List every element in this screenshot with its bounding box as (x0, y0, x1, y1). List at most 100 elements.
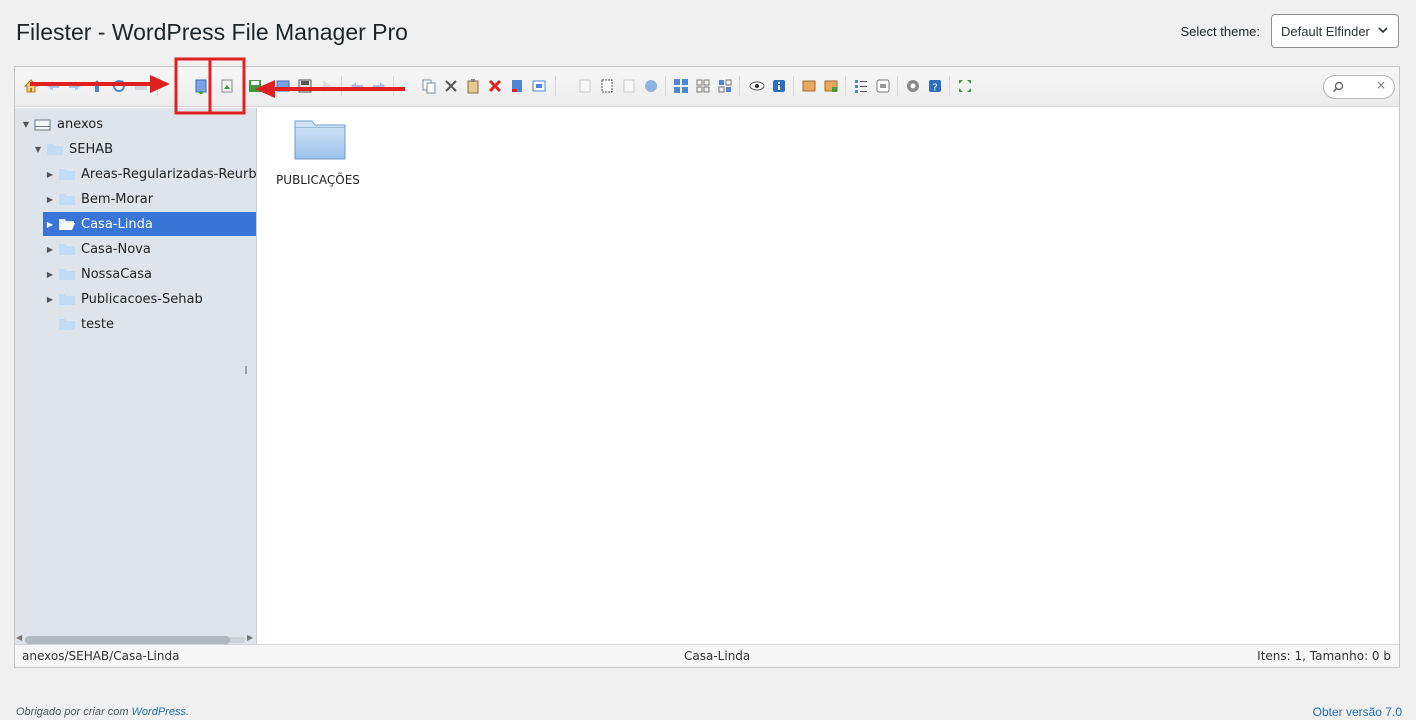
info-icon[interactable] (771, 78, 787, 94)
tree-item-label: Casa-Linda (81, 216, 153, 232)
chevron-right-icon[interactable]: ▶ (45, 270, 55, 279)
wordpress-link[interactable]: WordPress (132, 706, 186, 718)
folder-icon (59, 193, 75, 205)
home-icon[interactable] (23, 78, 39, 94)
extract-icon[interactable] (801, 78, 817, 94)
reload-icon[interactable] (111, 78, 127, 94)
toolbar-separator (793, 76, 794, 96)
file-list: PUBLICAÇÕES (258, 108, 1399, 644)
chevron-right-icon[interactable]: ▶ (45, 220, 55, 229)
rename-icon[interactable] (531, 78, 547, 94)
duplicate-icon[interactable] (577, 78, 593, 94)
tree-item-casa-nova[interactable]: ▶ Casa-Nova (45, 237, 256, 261)
file-item[interactable]: PUBLICAÇÕES (272, 118, 364, 187)
chevron-down-icon[interactable]: ▼ (33, 145, 43, 154)
upload-icon[interactable] (219, 78, 235, 94)
folder-icon (59, 268, 75, 280)
scroll-left-icon[interactable]: ◀ (16, 633, 22, 642)
undo-icon[interactable] (349, 78, 365, 94)
page-title: Filester - WordPress File Manager Pro (16, 19, 408, 45)
view-list-icon[interactable] (853, 78, 869, 94)
toolbar-separator (845, 76, 846, 96)
toolbar-separator (665, 76, 666, 96)
chevron-right-icon[interactable]: ▶ (45, 170, 55, 179)
horizontal-scrollbar[interactable]: ◀ ▶ (15, 633, 256, 644)
resize-icon[interactable] (643, 78, 659, 94)
toolbar-separator (341, 76, 342, 96)
edit-icon[interactable] (621, 78, 637, 94)
chevron-down-icon (1378, 27, 1388, 34)
folder-icon (59, 168, 75, 180)
toolbar-separator (393, 76, 394, 96)
scroll-right-icon[interactable]: ▶ (247, 633, 253, 642)
archive-save-icon[interactable] (297, 78, 313, 94)
view-grid-icon[interactable] (717, 78, 733, 94)
tree-item-label: Areas-Regularizadas-Reurb (81, 166, 257, 182)
tree-item-areas-regularizadas[interactable]: ▶ Areas-Regularizadas-Reurb (45, 162, 257, 186)
clear-search-icon[interactable]: × (1376, 78, 1386, 92)
play-icon[interactable] (319, 78, 335, 94)
folder-icon (59, 318, 75, 330)
chevron-down-icon[interactable]: ▼ (21, 120, 31, 129)
tree-item-label: SEHAB (69, 141, 114, 157)
tree-item-anexos[interactable]: ▼ anexos (21, 112, 256, 136)
tree-item-label: teste (81, 316, 114, 332)
redo-icon[interactable] (371, 78, 387, 94)
folder-icon (59, 243, 75, 255)
tree-item-sehab[interactable]: ▼ SEHAB (33, 137, 256, 161)
theme-select-value: Default Elfinder (1281, 23, 1370, 39)
preview-icon[interactable] (749, 78, 765, 94)
folder-open-icon (59, 218, 75, 230)
delete-icon[interactable] (487, 78, 503, 94)
tree-item-bem-morar[interactable]: ▶ Bem-Morar (45, 187, 256, 211)
toolbar-separator (157, 76, 158, 96)
status-selected: Casa-Linda (684, 649, 751, 663)
toolbar-separator (897, 76, 898, 96)
tree-item-nossacasa[interactable]: ▶ NossaCasa (45, 262, 256, 286)
forward-icon[interactable] (67, 78, 83, 94)
tree-item-label: Publicacoes-Sehab (81, 291, 203, 307)
tree-item-label: NossaCasa (81, 266, 152, 282)
view-icons-icon[interactable] (673, 78, 689, 94)
fullscreen-icon[interactable] (957, 78, 973, 94)
up-icon[interactable] (89, 78, 105, 94)
toolbar: ? × (15, 67, 1399, 107)
folder-tree: ▼ anexos ▼ SEHAB ▶ Areas-Regularizadas-R… (15, 108, 257, 644)
cut-icon[interactable] (443, 78, 459, 94)
view-small-icon[interactable] (695, 78, 711, 94)
save-icon[interactable] (247, 78, 263, 94)
theme-select[interactable]: Default Elfinder (1271, 14, 1399, 48)
copy-icon[interactable] (421, 78, 437, 94)
sort-icon[interactable] (875, 78, 891, 94)
search-input[interactable]: × (1323, 75, 1395, 99)
scrollbar-thumb[interactable] (25, 636, 230, 644)
chevron-right-icon[interactable]: ▶ (45, 195, 55, 204)
tree-item-publicacoes-sehab[interactable]: ▶ Publicacoes-Sehab (45, 287, 256, 311)
paste-icon[interactable] (465, 78, 481, 94)
resize-handle[interactable] (245, 366, 247, 374)
tree-item-label: anexos (57, 116, 103, 132)
open-icon[interactable] (275, 78, 291, 94)
download-icon[interactable] (193, 78, 209, 94)
back-icon[interactable] (45, 78, 61, 94)
settings-icon[interactable] (905, 78, 921, 94)
empty-icon[interactable] (509, 78, 525, 94)
toolbar-separator (739, 76, 740, 96)
version-link[interactable]: Obter versão 7.0 (1313, 705, 1402, 719)
help-icon[interactable]: ? (927, 78, 943, 94)
tree-item-casa-linda[interactable]: ▶ Casa-Linda (43, 212, 256, 236)
chevron-right-icon[interactable]: ▶ (45, 245, 55, 254)
toolbar-separator (949, 76, 950, 96)
chevron-right-icon[interactable]: ▶ (45, 295, 55, 304)
status-size: Itens: 1, Tamanho: 0 b (1257, 649, 1391, 663)
archive-icon[interactable] (823, 78, 839, 94)
folder-icon (59, 293, 75, 305)
tree-item-teste[interactable]: teste (45, 312, 256, 336)
select-all-icon[interactable] (599, 78, 615, 94)
file-manager: ? × ▼ anexos ▼ SEHAB ▶ Areas-Regularizad… (14, 66, 1400, 668)
folder-icon (294, 120, 346, 160)
toolbar-separator (555, 76, 556, 96)
netmount-icon[interactable] (133, 78, 149, 94)
footer-thanks: Obrigado por criar com WordPress. (16, 706, 190, 718)
drive-icon (34, 119, 51, 130)
